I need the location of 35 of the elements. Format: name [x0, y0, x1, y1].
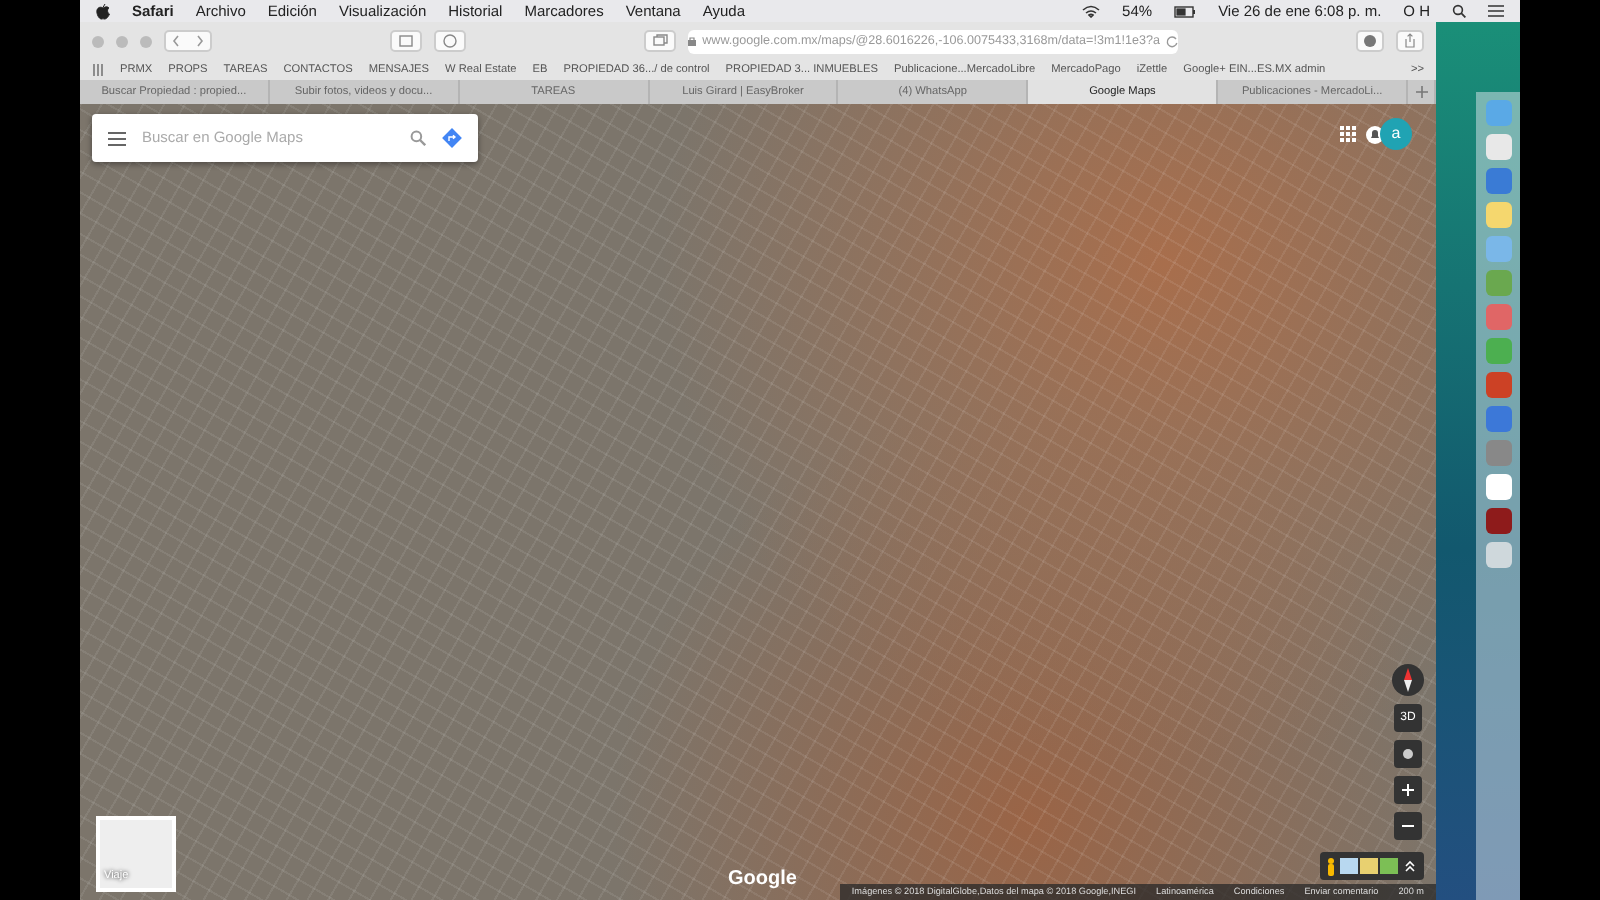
- reload-icon[interactable]: [1165, 35, 1178, 47]
- app-icon[interactable]: [1485, 168, 1511, 194]
- zoom-out-button[interactable]: [1394, 812, 1422, 840]
- plus-icon: [1402, 784, 1414, 796]
- map-thumbnails-icon[interactable]: [1340, 858, 1400, 874]
- compass-icon[interactable]: [1392, 664, 1424, 696]
- zoom-in-button[interactable]: [1394, 776, 1422, 804]
- back-forward-buttons[interactable]: [164, 30, 212, 52]
- directions-icon[interactable]: [442, 128, 462, 148]
- app-icon[interactable]: [1485, 406, 1511, 432]
- app-icon[interactable]: [1485, 372, 1511, 398]
- location-icon: [1402, 748, 1414, 760]
- tabs-icon[interactable]: [644, 30, 677, 52]
- pegman-icon[interactable]: [1326, 857, 1336, 875]
- list-icon[interactable]: [1488, 4, 1504, 18]
- app-icon[interactable]: [1485, 508, 1511, 534]
- share-icon[interactable]: [1396, 30, 1424, 52]
- lock-icon: [688, 36, 697, 46]
- apple-icon[interactable]: [96, 3, 110, 19]
- app-icon[interactable]: [1485, 134, 1511, 160]
- app-icon[interactable]: [1485, 542, 1511, 568]
- location-button[interactable]: [1394, 740, 1422, 768]
- minus-icon: [1402, 820, 1414, 832]
- app-icon[interactable]: [1485, 202, 1511, 228]
- plus-icon[interactable]: [1415, 85, 1428, 98]
- menu-icon[interactable]: [108, 131, 126, 145]
- wifi-icon[interactable]: [1082, 4, 1101, 18]
- apps-grid-icon[interactable]: [1340, 126, 1356, 142]
- grid-icon[interactable]: [92, 64, 104, 76]
- battery-icon[interactable]: [1174, 5, 1197, 17]
- google-logo: Google: [728, 866, 797, 894]
- sidebar-icon[interactable]: [390, 30, 423, 52]
- search-icon[interactable]: [1452, 4, 1466, 18]
- expand-icon[interactable]: [1404, 860, 1416, 872]
- app-icon[interactable]: [1485, 474, 1511, 500]
